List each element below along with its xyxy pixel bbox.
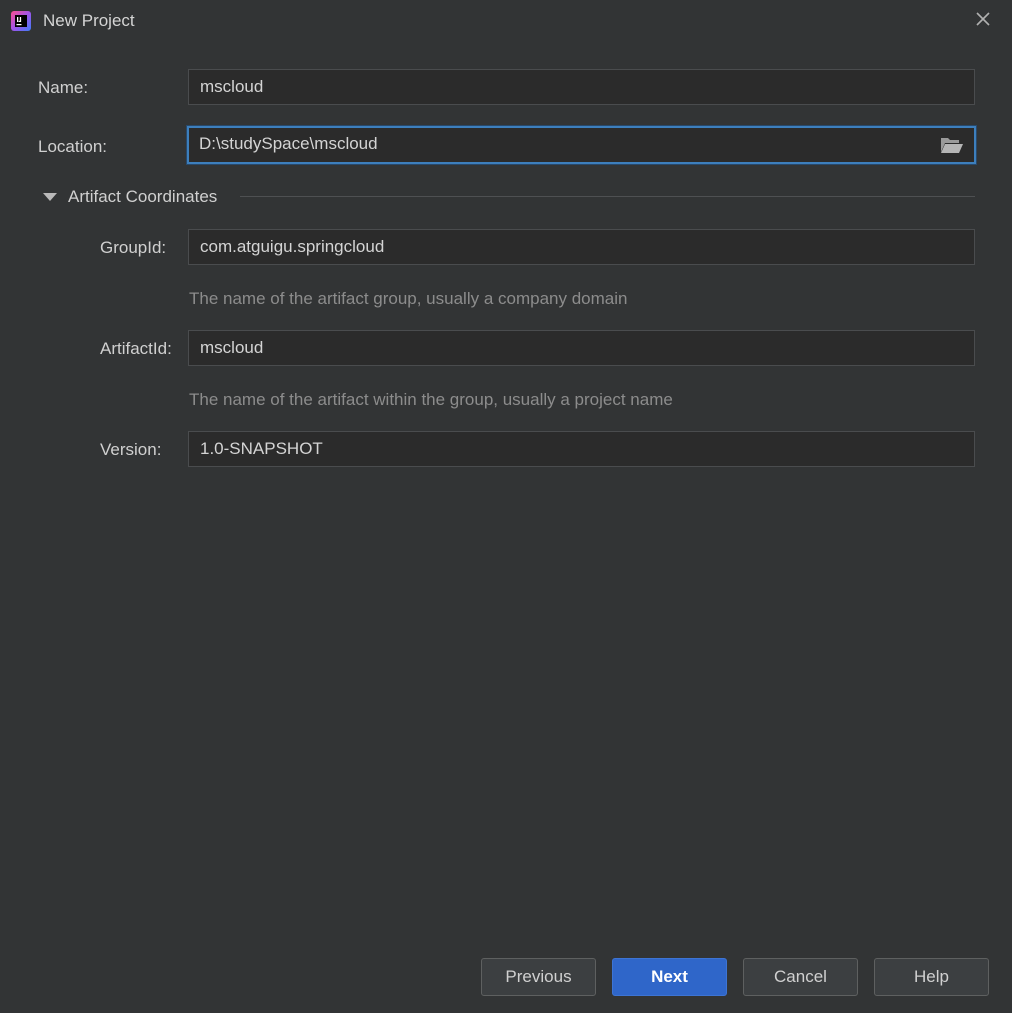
- version-value: 1.0-SNAPSHOT: [200, 439, 323, 458]
- close-icon[interactable]: [973, 9, 993, 29]
- group-id-input[interactable]: com.atguigu.springcloud: [188, 229, 975, 265]
- name-input-value: mscloud: [200, 77, 264, 96]
- artifact-coordinates-toggle[interactable]: Artifact Coordinates: [68, 187, 217, 207]
- artifact-id-input[interactable]: mscloud: [188, 330, 975, 366]
- title-bar: New Project: [0, 0, 1012, 42]
- location-label: Location:: [38, 137, 107, 156]
- version-input[interactable]: 1.0-SNAPSHOT: [188, 431, 975, 467]
- location-input-value: D:\studySpace\mscloud: [199, 134, 378, 153]
- name-label: Name:: [38, 78, 89, 97]
- new-project-dialog: New Project Name: mscloud Location: D:\s…: [0, 0, 1012, 1013]
- location-input[interactable]: D:\studySpace\mscloud: [187, 126, 976, 164]
- section-divider: [240, 196, 975, 197]
- group-id-label: GroupId:: [100, 238, 167, 257]
- dialog-title: New Project: [43, 11, 135, 30]
- cancel-button[interactable]: Cancel: [743, 958, 858, 996]
- help-button[interactable]: Help: [874, 958, 989, 996]
- next-button[interactable]: Next: [612, 958, 727, 996]
- folder-open-icon[interactable]: [940, 136, 964, 154]
- artifact-id-label: ArtifactId:: [100, 339, 172, 358]
- group-id-hint: The name of the artifact group, usually …: [189, 289, 628, 308]
- intellij-idea-icon: [11, 11, 31, 31]
- artifact-id-value: mscloud: [200, 338, 264, 357]
- expand-collapse-triangle-icon[interactable]: [43, 193, 57, 201]
- artifact-id-hint: The name of the artifact within the grou…: [189, 390, 673, 409]
- group-id-value: com.atguigu.springcloud: [200, 237, 385, 256]
- version-label: Version:: [100, 440, 162, 459]
- name-input[interactable]: mscloud: [188, 69, 975, 105]
- previous-button[interactable]: Previous: [481, 958, 596, 996]
